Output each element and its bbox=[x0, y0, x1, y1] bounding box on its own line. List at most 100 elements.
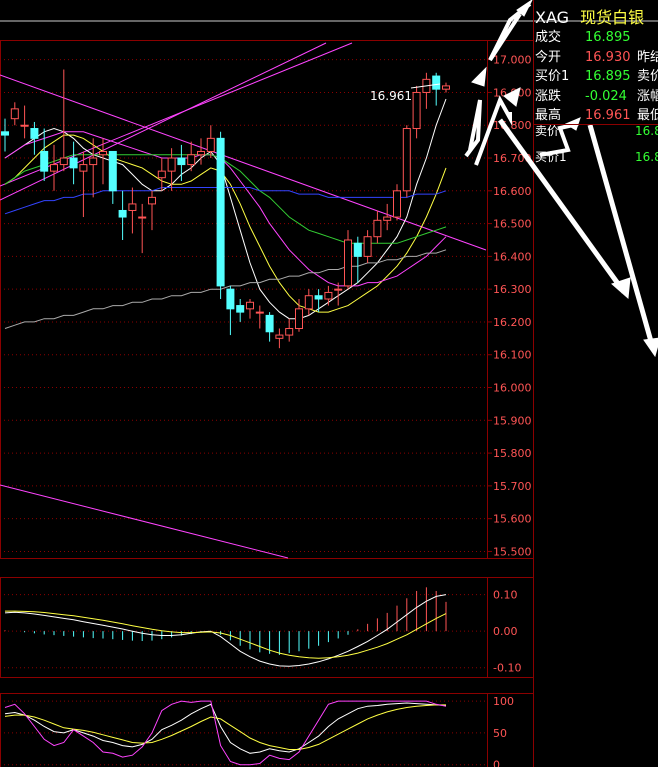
candle[interactable] bbox=[246, 299, 254, 319]
candle[interactable] bbox=[393, 184, 401, 221]
candle[interactable] bbox=[59, 69, 68, 172]
book-value: 16.8 bbox=[635, 124, 658, 138]
candle[interactable] bbox=[10, 102, 19, 126]
candle-body bbox=[138, 216, 147, 219]
y-tick-label: 17.000 bbox=[493, 54, 532, 67]
candle[interactable] bbox=[216, 131, 225, 299]
y-tick-label: 15.500 bbox=[493, 545, 532, 558]
candle[interactable] bbox=[295, 299, 303, 332]
candle[interactable] bbox=[236, 299, 245, 322]
candle[interactable] bbox=[148, 190, 156, 231]
candle[interactable] bbox=[138, 203, 147, 254]
candle[interactable] bbox=[275, 328, 284, 349]
candle-body bbox=[295, 308, 303, 330]
candle-body bbox=[246, 301, 254, 310]
candle-body bbox=[442, 85, 450, 90]
series-ma60 bbox=[4, 187, 447, 215]
candle-body bbox=[206, 137, 215, 152]
osc-d-line bbox=[4, 704, 446, 750]
osc-k-line bbox=[4, 702, 447, 754]
candle[interactable] bbox=[157, 158, 166, 191]
candle-body bbox=[89, 157, 98, 166]
candle-body bbox=[216, 137, 225, 287]
candle[interactable] bbox=[442, 82, 450, 93]
candle[interactable] bbox=[344, 230, 352, 290]
y-tick-label: 15.700 bbox=[493, 480, 532, 493]
candle-body bbox=[344, 239, 352, 287]
candle-body bbox=[363, 236, 372, 257]
quote-extra-label: 最低 bbox=[637, 108, 658, 123]
candle[interactable] bbox=[226, 285, 235, 336]
candle-body bbox=[314, 295, 323, 300]
series-ma120 bbox=[4, 249, 447, 329]
candle[interactable] bbox=[314, 289, 323, 313]
candle[interactable] bbox=[285, 318, 294, 342]
book-value: 16.8 bbox=[635, 150, 658, 164]
candle[interactable] bbox=[412, 85, 421, 139]
candle-body bbox=[177, 157, 186, 166]
quote-value: 16.895 bbox=[585, 69, 631, 84]
quote-label: 成交 bbox=[535, 30, 562, 45]
candle-body bbox=[128, 203, 137, 211]
candle-body bbox=[187, 154, 196, 166]
candle[interactable] bbox=[265, 312, 274, 342]
candle[interactable] bbox=[255, 305, 264, 329]
candle[interactable] bbox=[432, 72, 441, 106]
candle-body bbox=[226, 288, 235, 310]
candle-body bbox=[108, 150, 117, 192]
candle-body bbox=[50, 164, 58, 172]
candle-body bbox=[118, 209, 127, 218]
candle-body bbox=[30, 128, 39, 139]
macd-y-label: 0.00 bbox=[493, 625, 518, 638]
candle[interactable] bbox=[373, 210, 382, 244]
candle-body bbox=[383, 216, 392, 221]
candle-body bbox=[148, 196, 156, 205]
y-tick-label: 16.300 bbox=[493, 283, 532, 296]
macd-dif-line bbox=[4, 594, 447, 667]
y-tick-label: 15.900 bbox=[493, 414, 532, 427]
candle[interactable] bbox=[50, 144, 58, 191]
quote-row: 最高 16.961 最低 bbox=[535, 104, 658, 123]
quote-label: 涨跌 bbox=[535, 88, 562, 104]
quote-value: 16.930 bbox=[585, 49, 631, 65]
y-tick-label: 16.100 bbox=[493, 349, 532, 362]
quote-row: 成交 16.895 bbox=[535, 26, 637, 45]
candle[interactable] bbox=[177, 144, 186, 181]
candle-body bbox=[324, 291, 333, 300]
candle[interactable] bbox=[30, 121, 39, 155]
candle[interactable] bbox=[108, 150, 117, 204]
quote-label: 今开 bbox=[535, 49, 562, 65]
candle[interactable] bbox=[20, 105, 29, 139]
candle[interactable] bbox=[422, 72, 431, 109]
candle-body bbox=[402, 128, 411, 192]
candle-body bbox=[79, 164, 88, 172]
candle[interactable] bbox=[187, 141, 196, 172]
book-row: 卖价 16.8 bbox=[535, 122, 658, 141]
candle[interactable] bbox=[353, 236, 362, 283]
candle[interactable] bbox=[324, 285, 333, 306]
candle[interactable] bbox=[118, 190, 127, 240]
candle[interactable] bbox=[383, 203, 392, 231]
candle[interactable] bbox=[402, 125, 411, 198]
candle-body bbox=[157, 170, 166, 179]
y-tick-label: 16.500 bbox=[493, 218, 532, 231]
candle[interactable] bbox=[1, 118, 9, 152]
candle-body bbox=[59, 157, 68, 166]
candle[interactable] bbox=[40, 128, 49, 181]
quote-value: 16.895 bbox=[585, 30, 631, 45]
candle[interactable] bbox=[69, 141, 78, 185]
quote-row: 今开 16.930 昨结 bbox=[535, 46, 658, 65]
candle[interactable] bbox=[128, 187, 137, 234]
candle-body bbox=[432, 75, 441, 90]
candle-body bbox=[353, 242, 362, 257]
candle-body bbox=[412, 91, 421, 130]
y-tick-label: 16.600 bbox=[493, 185, 532, 198]
candle[interactable] bbox=[304, 289, 313, 316]
y-tick-label: 15.600 bbox=[493, 513, 532, 526]
y-tick-label: 16.000 bbox=[493, 382, 532, 395]
quote-row: 买价1 16.895 卖价 bbox=[535, 65, 658, 84]
quote-label: 买价1 bbox=[535, 69, 570, 84]
candle[interactable] bbox=[363, 230, 372, 263]
candle-body bbox=[236, 305, 245, 313]
macd-y-label: -0.10 bbox=[493, 662, 521, 675]
